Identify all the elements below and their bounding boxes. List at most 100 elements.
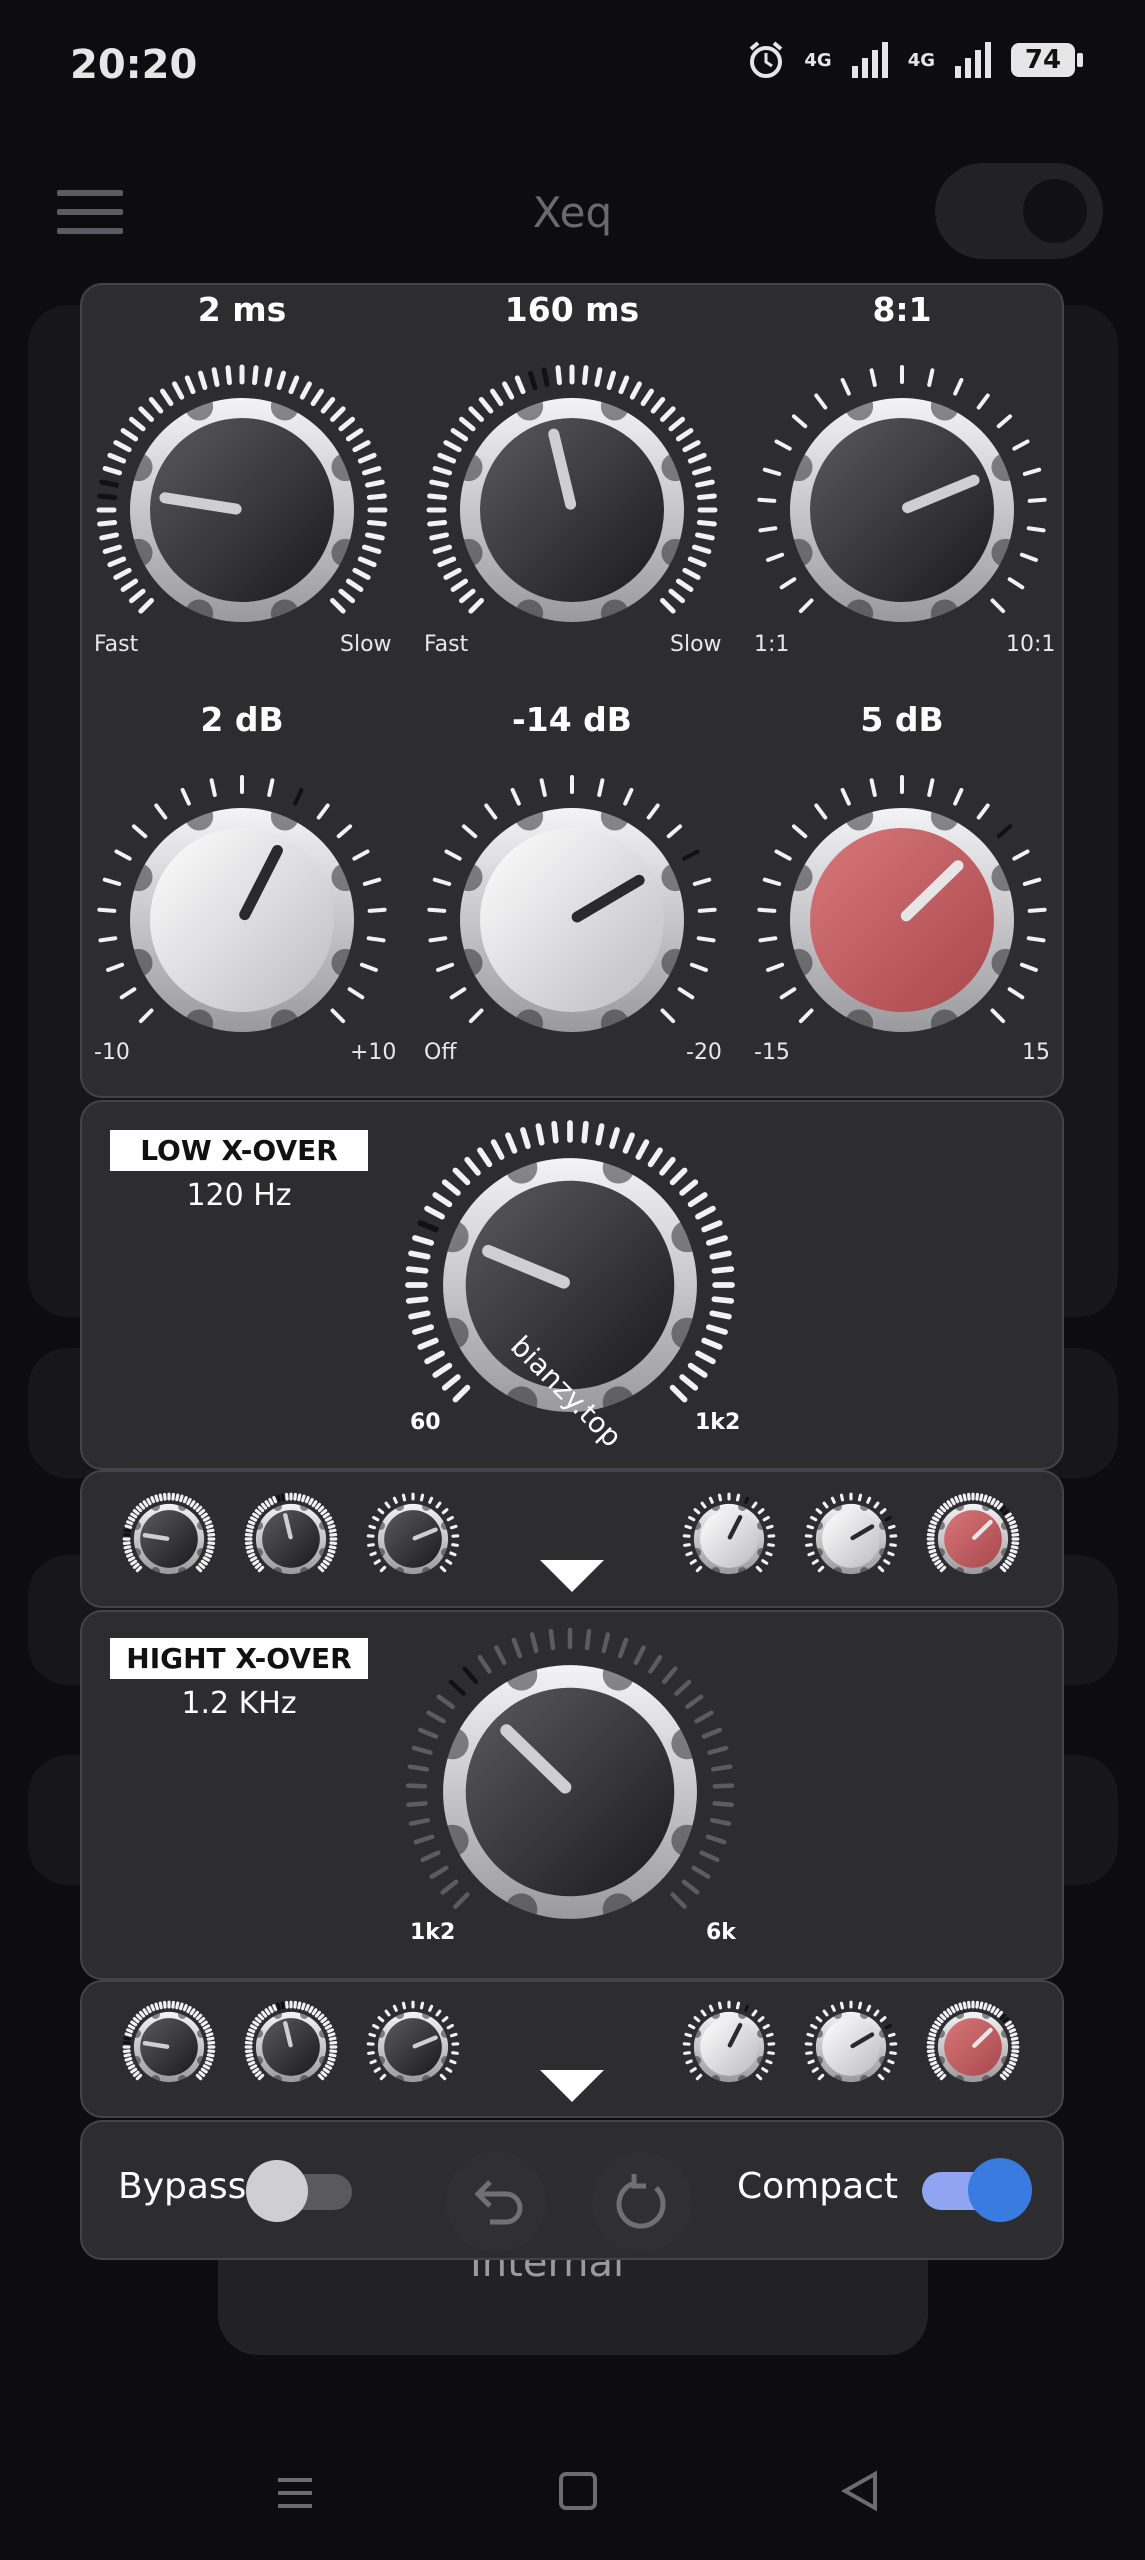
- knob-tick: [322, 2020, 330, 2027]
- knob-notch: [860, 2075, 869, 2084]
- knob-tick: [189, 2008, 196, 2016]
- knob-tick: [366, 520, 387, 527]
- knob-tick: [659, 1156, 676, 1176]
- power-toggle[interactable]: [935, 163, 1103, 259]
- knob-notch: [395, 2010, 404, 2019]
- knob-notch: [185, 1009, 214, 1038]
- high-mini-knob-6[interactable]: [926, 2000, 1020, 2094]
- high-mini-knob-5[interactable]: [804, 2000, 898, 2094]
- knob-tick: [252, 365, 259, 386]
- knob-tick: [1022, 877, 1042, 886]
- expand-arrow-icon[interactable]: [540, 1560, 604, 1592]
- knob-tick: [458, 588, 476, 604]
- compact-toggle[interactable]: [920, 2158, 1032, 2224]
- knob-notch: [319, 1521, 328, 1530]
- knob-tick: [420, 1850, 441, 1863]
- knob-notch: [845, 1009, 874, 1038]
- knob-tick: [927, 368, 935, 387]
- knob-tick: [272, 2004, 278, 2012]
- knob-tick: [248, 1552, 256, 1558]
- knob-tick: [758, 526, 778, 533]
- knob-notch: [833, 2075, 842, 2084]
- knob-notch: [454, 538, 483, 567]
- nav-menu-icon[interactable]: [270, 2468, 320, 2518]
- release-knob[interactable]: [422, 360, 722, 660]
- knob-tick: [452, 1167, 471, 1186]
- high-xover-knob[interactable]: [400, 1622, 740, 1962]
- knob-notch: [151, 2010, 160, 2019]
- knob-tick: [405, 1783, 428, 1789]
- knob-tick: [683, 2051, 691, 2055]
- knob-notch: [270, 392, 299, 421]
- knob-notch: [661, 453, 690, 482]
- knob-tick: [326, 1552, 334, 1558]
- knob-tick: [1010, 1528, 1019, 1533]
- knob-tick: [205, 1549, 214, 1554]
- knob-tick: [976, 393, 990, 410]
- knob-tick: [428, 1496, 434, 1505]
- knob-tick: [811, 1559, 819, 1565]
- knob-tick: [1027, 497, 1047, 503]
- low-mini-knob-6[interactable]: [926, 1492, 1020, 1586]
- knob-tick: [107, 556, 127, 568]
- bypass-toggle[interactable]: [246, 2160, 356, 2222]
- knob-notch: [930, 1009, 959, 1038]
- knob-tick: [791, 414, 808, 429]
- knob-tick: [405, 1266, 429, 1274]
- knob-tick: [327, 1549, 336, 1554]
- undo-button[interactable]: [446, 2152, 546, 2252]
- knob-tick: [113, 440, 132, 453]
- knob-tick: [252, 1559, 260, 1566]
- low-mini-knob-4[interactable]: [682, 1492, 776, 1586]
- threshold-knob[interactable]: [422, 770, 722, 1070]
- attack-max-label: Slow: [340, 632, 392, 657]
- signal-icon-1: [851, 42, 888, 78]
- knob-tick: [986, 2004, 992, 2012]
- knob-tick: [857, 2001, 863, 2010]
- makeup-knob[interactable]: [752, 770, 1052, 1070]
- low-mini-knob-1[interactable]: [122, 1492, 216, 1586]
- knob-tick: [97, 493, 118, 500]
- knob-tick: [877, 2073, 885, 2081]
- knob-notch: [814, 1521, 823, 1530]
- high-mini-knob-1[interactable]: [122, 2000, 216, 2094]
- knob-tick: [884, 2023, 892, 2030]
- knob-tick: [807, 1551, 815, 1557]
- knob-tick: [148, 396, 164, 414]
- high-mini-knob-3[interactable]: [366, 2000, 460, 2094]
- expand-arrow-icon[interactable]: [540, 2070, 604, 2102]
- knob-tick: [830, 1496, 836, 1505]
- attack-knob[interactable]: [92, 360, 392, 660]
- reset-button[interactable]: [592, 2152, 692, 2252]
- low-mini-knob-5[interactable]: [804, 1492, 898, 1586]
- knob-tick: [679, 1374, 699, 1391]
- nav-home-icon[interactable]: [553, 2466, 603, 2516]
- low-mini-knob-2[interactable]: [244, 1492, 338, 1586]
- knob-notch: [1001, 1521, 1010, 1530]
- knob-tick: [443, 440, 462, 453]
- knob-notch: [376, 2029, 385, 2038]
- knob-tick: [436, 962, 455, 972]
- knob-tick: [192, 1502, 199, 1510]
- knob-tick: [817, 2073, 825, 2081]
- knob-tick: [195, 2013, 203, 2021]
- gain-knob[interactable]: [92, 770, 392, 1070]
- low-mini-knob-3[interactable]: [366, 1492, 460, 1586]
- knob-notch: [692, 1521, 701, 1530]
- knob-tick: [324, 2064, 333, 2070]
- nav-back-icon[interactable]: [835, 2466, 885, 2516]
- knob-tick: [633, 1645, 646, 1666]
- knob-tick: [990, 2005, 996, 2014]
- knob-tick: [1008, 2028, 1016, 2034]
- knob-tick: [304, 2004, 310, 2012]
- knob-tick: [345, 578, 364, 592]
- knob-notch: [441, 1548, 450, 1557]
- high-mini-knob-4[interactable]: [682, 2000, 776, 2094]
- knob-tick: [490, 1139, 505, 1160]
- knob-tick: [440, 1879, 459, 1895]
- ratio-knob[interactable]: [752, 360, 1052, 660]
- knob-tick: [316, 803, 330, 820]
- knob-tick: [999, 2013, 1007, 2021]
- high-mini-knob-2[interactable]: [244, 2000, 338, 2094]
- knob-tick: [276, 1494, 281, 1503]
